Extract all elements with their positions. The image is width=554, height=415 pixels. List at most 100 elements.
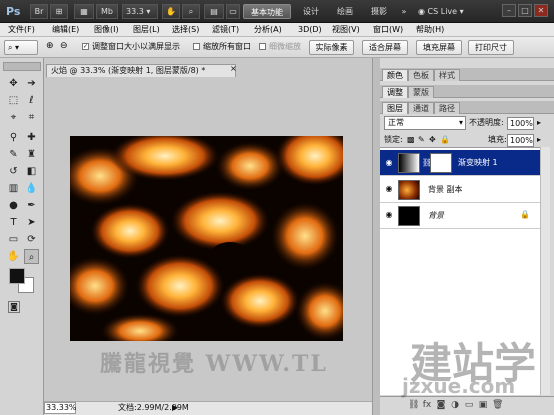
hand-tool-icon[interactable]: ✋ [6, 249, 21, 264]
zoom-field[interactable]: 33.33% [44, 402, 77, 414]
tab-adjustments[interactable]: 调整 [382, 86, 408, 98]
marquee-tool-icon[interactable]: ⬚ [6, 93, 21, 108]
lock-pixels-icon[interactable]: ✎ [418, 134, 425, 146]
fit-screen-button[interactable]: 适合屏幕 [362, 40, 408, 55]
adjustment-layer-icon[interactable]: ◑ [450, 399, 460, 411]
new-group-icon[interactable]: ▭ [464, 399, 474, 411]
opacity-field[interactable]: 100% [507, 117, 534, 130]
eraser-tool-icon[interactable]: ◧ [24, 164, 39, 179]
lock-transparency-icon[interactable]: ▩ [407, 134, 415, 146]
clone-stamp-icon[interactable]: ♜ [24, 147, 39, 162]
healing-brush-icon[interactable]: ✚ [24, 130, 39, 145]
lock-position-icon[interactable]: ✥ [429, 134, 436, 146]
tab-channels[interactable]: 通道 [408, 102, 434, 114]
menu-help[interactable]: 帮助(H) [416, 23, 444, 37]
move-tool-icon[interactable]: ✥ [6, 76, 21, 91]
layer-mask-thumbnail[interactable] [430, 153, 452, 173]
close-tab-icon[interactable]: × [230, 64, 237, 73]
view-extras-button[interactable]: ▦ [74, 4, 94, 19]
tab-paths[interactable]: 路径 [434, 102, 460, 114]
menu-3d[interactable]: 3D(D) [298, 23, 322, 37]
menu-image[interactable]: 图像(I) [94, 23, 119, 37]
bridge-button[interactable]: Br [30, 4, 48, 19]
crop-tool-icon[interactable]: ⌗ [24, 110, 39, 125]
zoom-all-windows-checkbox[interactable] [193, 43, 200, 50]
menu-window[interactable]: 窗口(W) [373, 23, 403, 37]
tab-styles[interactable]: 样式 [434, 69, 460, 81]
lasso-tool-icon[interactable]: ℓ [24, 93, 39, 108]
delete-layer-icon[interactable]: 🗑 [492, 399, 503, 411]
gradient-tool-icon[interactable]: ▥ [6, 181, 21, 196]
fill-arrow-icon[interactable]: ▸ [537, 134, 541, 146]
link-layers-icon[interactable]: ⛓ [408, 399, 419, 411]
workspace-design[interactable]: 设计 [296, 4, 326, 19]
layer-name[interactable]: 背景 副本 [428, 184, 463, 196]
scrubby-zoom-checkbox[interactable] [259, 43, 266, 50]
path-select-tool-icon[interactable]: ➤ [24, 215, 39, 230]
zoom-out-icon[interactable]: ⊖ [60, 41, 70, 53]
zoom-in-icon[interactable]: ⊕ [46, 41, 56, 53]
workspace-painting[interactable]: 绘画 [330, 4, 360, 19]
quick-mask-icon[interactable]: ◙ [8, 301, 20, 313]
close-button[interactable]: ✕ [534, 4, 548, 17]
layer-name[interactable]: 渐变映射 1 [458, 157, 498, 169]
layer-name[interactable]: 背景 [428, 210, 444, 222]
tab-color[interactable]: 颜色 [382, 69, 408, 81]
mini-bridge-button[interactable]: ⊞ [50, 4, 68, 19]
history-brush-icon[interactable]: ↺ [6, 164, 21, 179]
3d-rotate-tool-icon[interactable]: ⟳ [24, 232, 39, 247]
visibility-eye-icon[interactable]: ◉ [384, 184, 394, 194]
document-tab[interactable]: 火焰 @ 33.3% (渐变映射 1, 图层蒙版/8) * [46, 64, 236, 77]
status-menu-arrow-icon[interactable]: ▶ [172, 403, 178, 412]
menu-file[interactable]: 文件(F) [8, 23, 35, 37]
layers-scrollbar[interactable] [540, 147, 550, 395]
quick-select-tool-icon[interactable]: ⌖ [6, 110, 21, 125]
arrange-documents-button[interactable]: ▤ [204, 4, 224, 19]
cs-live-button[interactable]: ◉ CS Live ▾ [418, 4, 472, 19]
shape-tool-icon[interactable]: ▭ [6, 232, 21, 247]
layer-style-icon[interactable]: fx [422, 399, 432, 411]
move-arrow-icon[interactable]: ➔ [24, 76, 39, 91]
menu-filter[interactable]: 滤镜(T) [212, 23, 239, 37]
resize-windows-checkbox[interactable]: ✓ [82, 43, 89, 50]
tab-swatches[interactable]: 色板 [408, 69, 434, 81]
add-mask-icon[interactable]: ◙ [436, 399, 446, 411]
screen-mode-button[interactable]: ▭ [226, 4, 240, 19]
minimize-button[interactable]: – [502, 4, 516, 17]
lock-all-icon[interactable]: 🔒 [440, 134, 450, 146]
tab-masks[interactable]: 蒙版 [408, 86, 434, 98]
menu-select[interactable]: 选择(S) [172, 23, 199, 37]
workspace-essentials[interactable]: 基本功能 [243, 4, 291, 19]
opacity-arrow-icon[interactable]: ▸ [537, 117, 541, 129]
zoom-tool-icon[interactable]: ⌕ [24, 249, 39, 264]
print-size-button[interactable]: 打印尺寸 [468, 40, 514, 55]
pen-tool-icon[interactable]: ✒ [24, 198, 39, 213]
document-canvas[interactable] [70, 136, 343, 341]
menu-layer[interactable]: 图层(L) [133, 23, 160, 37]
panel-collapse-strip[interactable] [372, 58, 380, 415]
blur-tool-icon[interactable]: 💧 [24, 181, 39, 196]
tools-panel-header[interactable] [3, 62, 41, 71]
foreground-color-swatch-top[interactable] [9, 268, 25, 284]
tool-preset-picker[interactable]: ⌕ ▾ [4, 40, 38, 55]
visibility-eye-icon[interactable]: ◉ [384, 158, 394, 168]
screen-mode-icon[interactable]: Mb [96, 4, 118, 19]
zoom-tool-icon[interactable]: ⌕ [182, 4, 200, 19]
menu-view[interactable]: 视图(V) [332, 23, 360, 37]
menu-analysis[interactable]: 分析(A) [254, 23, 282, 37]
brush-tool-icon[interactable]: ✎ [6, 147, 21, 162]
new-layer-icon[interactable]: ▣ [478, 399, 488, 411]
fill-field[interactable]: 100% [507, 134, 534, 147]
hand-tool-icon[interactable]: ✋ [162, 4, 180, 19]
fill-screen-button[interactable]: 填充屏幕 [416, 40, 462, 55]
dodge-tool-icon[interactable]: ● [6, 198, 21, 213]
menu-edit[interactable]: 编辑(E) [52, 23, 79, 37]
visibility-eye-icon[interactable]: ◉ [384, 210, 394, 220]
maximize-button[interactable]: □ [518, 4, 532, 17]
blend-mode-select[interactable]: 正常 ▾ [384, 116, 466, 130]
type-tool-icon[interactable]: T [6, 215, 21, 230]
zoom-level-dropdown[interactable]: 33.3 ▾ [122, 4, 158, 19]
workspace-photography[interactable]: 摄影 [364, 4, 394, 19]
eyedropper-tool-icon[interactable]: ⚲ [6, 130, 21, 145]
workspace-more[interactable]: » [398, 4, 410, 19]
